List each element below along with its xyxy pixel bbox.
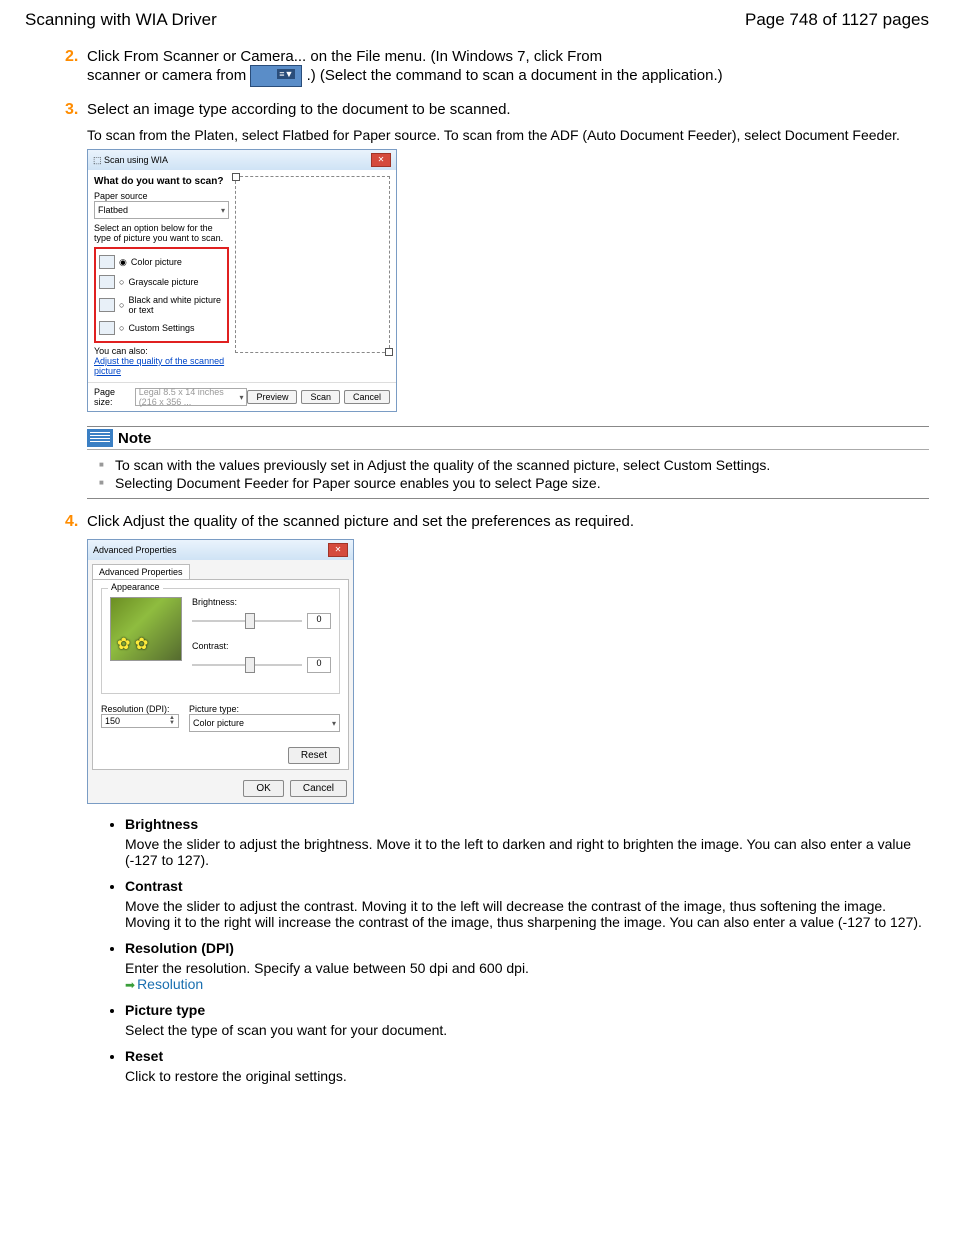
picture-icon	[99, 255, 115, 269]
advanced-properties-dialog: Advanced Properties ✕ Advanced Propertie…	[87, 539, 354, 804]
contrast-input[interactable]: 0	[307, 657, 331, 673]
text: scanner or camera from	[87, 67, 250, 84]
text: Click From Scanner or Camera... on the F…	[87, 48, 602, 65]
note-item: To scan with the values previously set i…	[115, 456, 929, 474]
picture-icon	[99, 275, 115, 289]
dialog-title: ⬚ Scan using WIA	[93, 155, 168, 166]
list-item: Picture type Select the type of scan you…	[125, 1002, 929, 1038]
cancel-button[interactable]: Cancel	[290, 780, 347, 797]
contrast-slider[interactable]	[192, 664, 302, 666]
ok-button[interactable]: OK	[243, 780, 283, 797]
step-number: 4.	[65, 513, 87, 531]
resolution-label: Resolution (DPI):	[101, 704, 179, 714]
list-item: Reset Click to restore the original sett…	[125, 1048, 929, 1084]
adjust-quality-link[interactable]: Adjust the quality of the scanned pictur…	[94, 356, 229, 376]
close-icon[interactable]: ✕	[328, 543, 348, 557]
note-icon	[87, 429, 113, 447]
note-heading: Note	[118, 430, 151, 447]
brightness-input[interactable]: 0	[307, 613, 331, 629]
resolution-input[interactable]: 150 ▲▼	[101, 714, 179, 728]
tab-advanced-properties[interactable]: Advanced Properties	[92, 564, 190, 579]
opt-color-picture[interactable]: ◉Color picture	[98, 252, 225, 272]
wia-scan-dialog: ⬚ Scan using WIA ✕ What do you want to s…	[87, 149, 397, 412]
opt-grayscale-picture[interactable]: ○Grayscale picture	[98, 272, 225, 292]
paper-source-select[interactable]: Flatbed	[94, 201, 229, 219]
image-type-options: ◉Color picture ○Grayscale picture ○Black…	[94, 247, 229, 343]
dialog-title: Advanced Properties	[93, 545, 177, 555]
hint-text: Select an option below for the type of p…	[94, 223, 229, 243]
note-block: Note To scan with the values previously …	[87, 426, 929, 499]
opt-bw-picture[interactable]: ○Black and white picture or text	[98, 292, 225, 318]
list-item: Contrast Move the slider to adjust the c…	[125, 878, 929, 930]
page-size-select[interactable]: Legal 8.5 x 14 inches (216 x 356 ...	[135, 388, 248, 406]
step-number: 3.	[65, 101, 87, 119]
preview-area[interactable]	[235, 176, 390, 353]
step-number: 2.	[65, 48, 87, 87]
picture-type-label: Picture type:	[189, 704, 340, 714]
text-icon	[99, 298, 115, 312]
page-title: Scanning with WIA Driver	[25, 10, 217, 30]
step-subtext: To scan from the Platen, select Flatbed …	[87, 127, 929, 143]
preview-button[interactable]: Preview	[247, 390, 297, 404]
opt-custom-settings[interactable]: ○Custom Settings	[98, 318, 225, 338]
picture-type-select[interactable]: Color picture	[189, 714, 340, 732]
brightness-label: Brightness:	[192, 597, 331, 607]
list-item: Brightness Move the slider to adjust the…	[125, 816, 929, 868]
cancel-button[interactable]: Cancel	[344, 390, 390, 404]
resolution-link[interactable]: Resolution	[137, 976, 203, 992]
list-item: Resolution (DPI) Enter the resolution. S…	[125, 940, 929, 992]
menu-dropdown-icon	[250, 65, 302, 87]
reset-button[interactable]: Reset	[288, 747, 340, 764]
text: .) (Select the command to scan a documen…	[307, 67, 723, 84]
page-indicator: Page 748 of 1127 pages	[745, 10, 929, 30]
step-text: Select an image type according to the do…	[87, 101, 511, 119]
brightness-slider[interactable]	[192, 620, 302, 622]
page-size-label: Page size:	[94, 387, 131, 407]
step-text: Click Adjust the quality of the scanned …	[87, 513, 634, 531]
settings-icon	[99, 321, 115, 335]
appearance-legend: Appearance	[108, 582, 163, 592]
preview-thumbnail	[110, 597, 182, 661]
arrow-icon: ➡	[125, 978, 135, 992]
description-list: Brightness Move the slider to adjust the…	[105, 816, 929, 1084]
prompt-heading: What do you want to scan?	[94, 176, 229, 187]
paper-source-label: Paper source	[94, 191, 229, 201]
you-can-also-label: You can also:	[94, 346, 229, 356]
contrast-label: Contrast:	[192, 641, 331, 651]
note-item: Selecting Document Feeder for Paper sour…	[115, 474, 929, 492]
scan-button[interactable]: Scan	[301, 390, 340, 404]
close-icon[interactable]: ✕	[371, 153, 391, 167]
step-text: Click From Scanner or Camera... on the F…	[87, 48, 723, 87]
